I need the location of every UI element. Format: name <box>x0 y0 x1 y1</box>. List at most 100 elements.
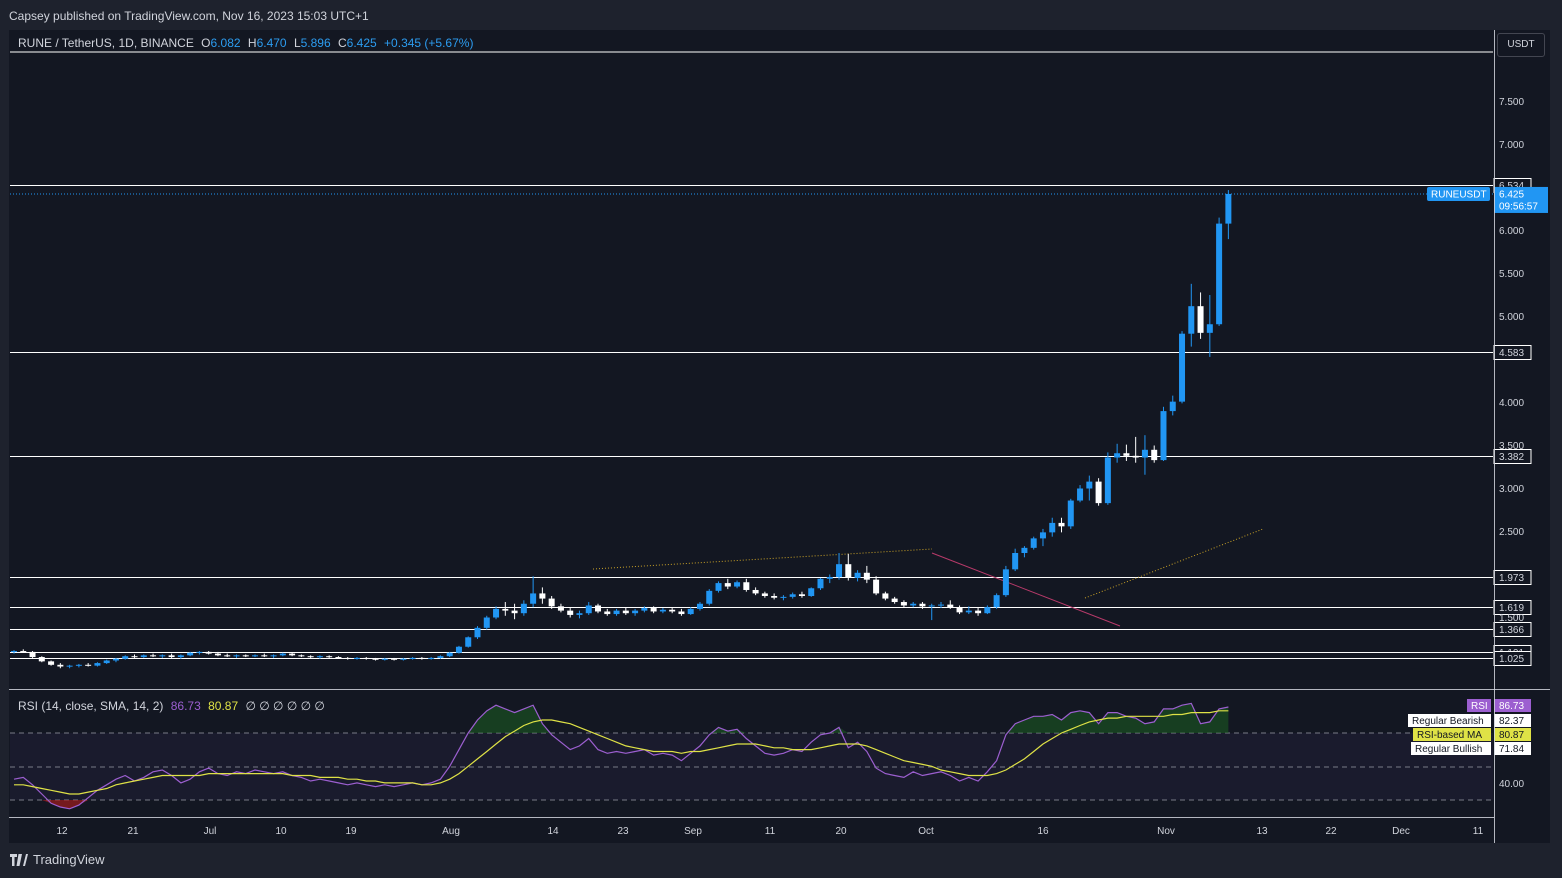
candle-body <box>103 660 110 664</box>
tradingview-logo-icon <box>10 853 28 866</box>
candle-body <box>418 657 425 659</box>
candle-body <box>493 608 500 618</box>
candle-body <box>344 657 351 659</box>
candle-body <box>29 651 36 658</box>
candle-body <box>761 593 768 596</box>
candle-body <box>168 655 175 658</box>
candle-body <box>270 655 277 657</box>
symbol-title[interactable]: RUNE / TetherUS, 1D, BINANCE <box>18 36 194 50</box>
change-value: +0.345 (+5.67%) <box>384 36 474 50</box>
candle-body <box>539 593 546 599</box>
candle-body <box>798 594 805 596</box>
candle-body <box>863 572 870 580</box>
date-tick-label: 23 <box>617 826 629 837</box>
candle-body <box>1030 538 1037 548</box>
candle-body <box>557 606 564 611</box>
candle-body <box>1225 193 1232 224</box>
candle-body <box>910 603 917 606</box>
price-tick-label: 7.500 <box>1499 97 1524 108</box>
candle-body <box>428 657 435 659</box>
candle-body <box>696 603 703 609</box>
close-label: C <box>338 36 347 50</box>
candle-body <box>391 658 398 660</box>
candle-body <box>483 617 490 628</box>
candle-body <box>826 577 833 579</box>
chart-svg[interactable]: 6.5344.5833.3821.9731.6191.3661.1011.025… <box>0 0 1562 878</box>
candle-body <box>400 658 407 660</box>
candle-body <box>409 657 416 659</box>
candle-body <box>363 657 370 659</box>
candle-body <box>150 655 157 657</box>
rsi-label-name: Regular Bearish <box>1412 716 1484 727</box>
candle-body <box>1002 569 1009 596</box>
candle-body <box>1095 481 1102 504</box>
candle-body <box>335 657 342 659</box>
candle-body <box>502 608 509 611</box>
date-tick-label: 10 <box>275 826 287 837</box>
candle-body <box>224 655 231 657</box>
candle-body <box>1160 411 1167 461</box>
rsi-label-value: 71.84 <box>1499 744 1524 755</box>
candle-body <box>1216 223 1223 325</box>
low-label: L <box>293 36 301 50</box>
candle-body <box>789 594 796 597</box>
rsi-oversold-fill <box>14 800 1229 809</box>
candle-body <box>94 663 101 666</box>
candle-body <box>1104 457 1111 504</box>
date-tick-label: 14 <box>547 826 559 837</box>
candle-body <box>984 607 991 614</box>
candle-body <box>900 602 907 606</box>
candle-body <box>1021 547 1028 553</box>
candle-body <box>965 610 972 613</box>
candle-body <box>474 627 481 638</box>
candle-body <box>1039 532 1046 539</box>
candle-body <box>882 593 889 599</box>
candle-body <box>724 583 731 587</box>
currency-button[interactable]: USDT <box>1497 33 1545 57</box>
candle-body <box>836 564 843 578</box>
pane-separator[interactable] <box>9 689 1550 690</box>
candle-body <box>205 651 212 654</box>
candle-body <box>326 656 333 658</box>
candle-body <box>1114 453 1121 458</box>
candle-body <box>715 583 722 591</box>
candle-body <box>817 578 824 589</box>
rsi-legend: RSI (14, close, SMA, 14, 2) 86.73 80.87 … <box>18 699 325 713</box>
rsi-ma-value: 80.87 <box>208 699 239 713</box>
candle-body <box>214 653 221 656</box>
price-tick-label: 4.000 <box>1499 398 1524 409</box>
candle-body <box>1012 553 1019 570</box>
price-tick-label: 1.500 <box>1499 613 1524 624</box>
candle-body <box>1049 522 1056 533</box>
candle-body <box>669 609 676 612</box>
candle-body <box>1132 455 1139 458</box>
trendline <box>592 548 933 570</box>
candle-body <box>66 665 73 667</box>
candle-body <box>641 608 648 611</box>
candle-body <box>465 637 472 647</box>
date-tick-label: Dec <box>1392 826 1410 837</box>
footer: TradingView <box>10 852 105 867</box>
candle-body <box>1188 306 1195 334</box>
candle-body <box>316 656 323 658</box>
rsi-axis-tick: 40.00 <box>1499 779 1524 790</box>
date-tick-label: 19 <box>345 826 357 837</box>
candle-body <box>632 610 639 614</box>
candle-body <box>353 657 360 659</box>
candle-body <box>131 656 138 658</box>
candle-body <box>279 653 286 656</box>
candle-body <box>520 603 527 614</box>
candle-body <box>446 652 453 657</box>
price-tick-label: 5.500 <box>1499 269 1524 280</box>
footer-brand[interactable]: TradingView <box>33 852 105 867</box>
candle-body <box>242 655 249 657</box>
rsi-label-name: RSI <box>1471 701 1488 712</box>
price-tick-label: 5.000 <box>1499 312 1524 323</box>
date-tick-label: 21 <box>127 826 139 837</box>
candle-body <box>743 582 750 590</box>
candle-body <box>771 596 778 598</box>
candle-body <box>873 579 880 594</box>
rsi-title[interactable]: RSI (14, close, SMA, 14, 2) <box>18 699 163 713</box>
date-tick-label: Nov <box>1157 826 1175 837</box>
candle-body <box>112 658 119 661</box>
